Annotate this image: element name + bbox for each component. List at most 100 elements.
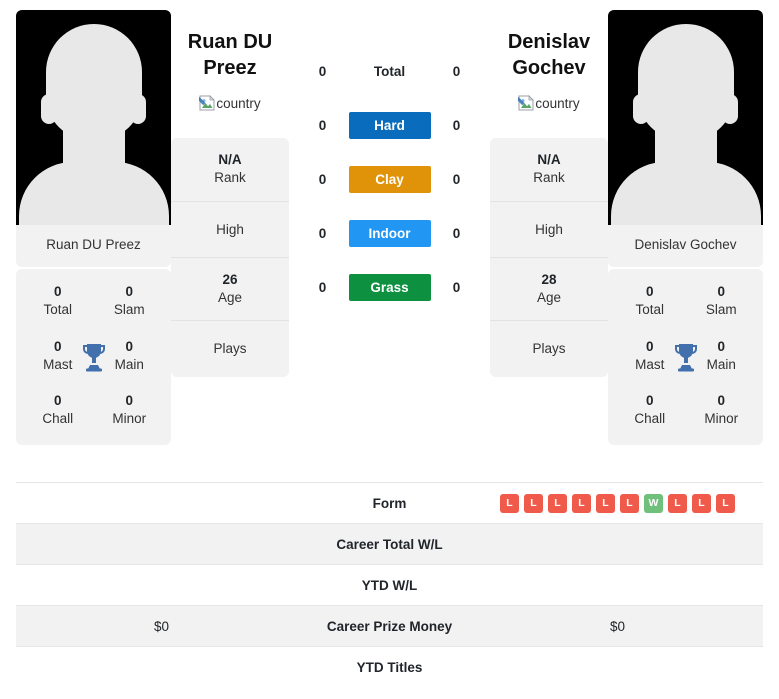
titles-minor-value: 0 xyxy=(717,393,725,409)
row-ytd-wl-right xyxy=(472,565,763,606)
left-info-plays-label: Plays xyxy=(213,341,247,357)
left-player-avatar-card[interactable]: Ruan DU Preez xyxy=(16,10,171,268)
titles-chall-label: Chall xyxy=(42,411,74,427)
titles-chall-value: 0 xyxy=(645,393,654,409)
left-player-country: country xyxy=(171,95,289,111)
form-badge-loss[interactable]: L xyxy=(572,493,591,513)
right-player-country: country xyxy=(490,95,608,111)
titles-chall-cell: 0 Chall xyxy=(614,392,686,428)
trophy-icon xyxy=(82,343,105,372)
right-info-age: 28 Age xyxy=(490,258,608,322)
left-info-high-label: High xyxy=(216,221,244,237)
surface-total-left-value: 0 xyxy=(318,64,327,79)
left-player-titles-card: 0 Total 0 Slam 0 Mast 0 Main 0 Chall 0 M… xyxy=(16,269,171,445)
row-ytd-wl-left xyxy=(16,565,307,606)
surface-hard-left-value: 0 xyxy=(318,118,327,133)
surface-comparison-column: 0 Total 0 0 Hard 0 0 Clay 0 0 Indoor 0 0 xyxy=(289,10,490,301)
left-info-age: 26 Age xyxy=(171,258,289,322)
avatar-silhouette-ear-right xyxy=(130,94,146,124)
left-info-rank: N/A Rank xyxy=(171,138,289,202)
titles-total-value: 0 xyxy=(645,284,654,300)
form-badge-loss[interactable]: L xyxy=(716,493,735,513)
row-form-right-cell: LLLLLLWLLL xyxy=(472,483,763,524)
right-info-plays: Plays xyxy=(490,321,608,377)
surface-grass-right-value: 0 xyxy=(452,280,461,295)
titles-minor-label: Minor xyxy=(704,411,739,427)
right-player-info-card: N/A Rank High 28 Age Plays xyxy=(490,138,608,378)
right-player-name-line1: Denislav xyxy=(507,31,591,53)
surface-hard-right-value: 0 xyxy=(452,118,461,133)
surface-total-label: Total xyxy=(373,64,406,79)
row-career-total-wl-left xyxy=(16,524,307,565)
left-player-name: Ruan DU Preez xyxy=(171,30,289,81)
form-badge-loss[interactable]: L xyxy=(524,493,543,513)
table-row: YTD Titles xyxy=(16,646,763,688)
left-player-name-column: Ruan DU Preez country N/A Rank High 26 A… xyxy=(171,10,289,378)
surface-grass-badge[interactable]: Grass xyxy=(348,274,431,301)
avatar-silhouette-ear-right xyxy=(722,94,738,124)
left-info-high: High xyxy=(171,202,289,258)
surface-clay-badge[interactable]: Clay xyxy=(348,166,431,193)
surface-hard-badge[interactable]: Hard xyxy=(348,112,431,139)
right-player-caption: Denislav Gochev xyxy=(634,237,737,252)
avatar-silhouette-body xyxy=(18,162,169,225)
left-player-column: Ruan DU Preez 0 Total 0 Slam 0 Mast 0 Ma… xyxy=(16,10,171,445)
titles-chall-value: 0 xyxy=(53,393,62,409)
titles-minor-label: Minor xyxy=(112,411,147,427)
right-player-titles-card: 0 Total 0 Slam 0 Mast 0 Main 0 Chall 0 M… xyxy=(608,269,763,445)
row-ytd-titles-label: YTD Titles xyxy=(356,659,423,675)
row-career-total-wl-right xyxy=(472,524,763,565)
titles-minor-value: 0 xyxy=(125,393,133,409)
form-badge-win[interactable]: W xyxy=(644,493,663,513)
form-badge-loss[interactable]: L xyxy=(596,493,615,513)
surface-row-indoor: 0 Indoor 0 xyxy=(289,220,490,247)
form-badge-loss[interactable]: L xyxy=(620,493,639,513)
row-career-prize-money-label: Career Prize Money xyxy=(326,618,453,634)
form-badge-loss[interactable]: L xyxy=(692,493,711,513)
left-player-info-card: N/A Rank High 26 Age Plays xyxy=(171,138,289,378)
titles-total-cell: 0 Total xyxy=(614,283,686,319)
titles-slam-cell: 0 Slam xyxy=(94,283,166,319)
right-info-high-label: High xyxy=(535,221,563,237)
row-ytd-titles-right xyxy=(472,647,763,688)
right-player-name: Denislav Gochev xyxy=(490,30,608,81)
surface-row-hard: 0 Hard 0 xyxy=(289,112,490,139)
right-info-rank-label: Rank xyxy=(533,170,565,186)
table-row: Form LLLLLLWLLL xyxy=(16,482,763,524)
right-player-avatar-card[interactable]: Denislav Gochev xyxy=(608,10,763,268)
comparison-header: Ruan DU Preez 0 Total 0 Slam 0 Mast 0 Ma… xyxy=(0,0,779,470)
row-career-prize-money-right: $0 xyxy=(609,618,626,634)
titles-total-cell: 0 Total xyxy=(22,283,94,319)
surface-row-total: 0 Total 0 xyxy=(289,58,490,85)
broken-image-icon xyxy=(516,95,535,111)
titles-total-value: 0 xyxy=(53,284,62,300)
form-badge-loss[interactable]: L xyxy=(500,493,519,513)
right-player-name-line2: Gochev xyxy=(512,56,586,79)
surface-clay-right-value: 0 xyxy=(452,172,461,187)
table-row: $0 Career Prize Money $0 xyxy=(16,605,763,647)
titles-slam-value: 0 xyxy=(125,284,133,300)
right-player-country-label: country xyxy=(535,95,580,111)
avatar-silhouette-ear-left xyxy=(633,94,649,124)
titles-chall-label: Chall xyxy=(634,411,666,427)
surface-total-right-value: 0 xyxy=(452,64,461,79)
surface-row-grass: 0 Grass 0 xyxy=(289,274,490,301)
form-badge-loss[interactable]: L xyxy=(548,493,567,513)
trophy-icon xyxy=(674,343,697,372)
titles-slam-cell: 0 Slam xyxy=(686,283,758,319)
titles-slam-label: Slam xyxy=(113,302,145,318)
comparison-table: Form LLLLLLWLLL Career Total W/L YTD W/L… xyxy=(16,482,763,688)
right-info-rank: N/A Rank xyxy=(490,138,608,202)
left-player-name-line1: Ruan DU xyxy=(187,31,273,53)
left-player-name-line2: Preez xyxy=(203,56,257,79)
row-ytd-wl-label: YTD W/L xyxy=(361,577,418,593)
row-form-left-cell xyxy=(16,483,307,524)
form-badge-loss[interactable]: L xyxy=(668,493,687,513)
titles-chall-cell: 0 Chall xyxy=(22,392,94,428)
left-info-age-label: Age xyxy=(217,289,243,305)
surface-indoor-badge[interactable]: Indoor xyxy=(348,220,431,247)
avatar-silhouette-body xyxy=(610,162,761,225)
avatar-silhouette-ear-left xyxy=(41,94,57,124)
right-info-high: High xyxy=(490,202,608,258)
table-row: Career Total W/L xyxy=(16,523,763,565)
